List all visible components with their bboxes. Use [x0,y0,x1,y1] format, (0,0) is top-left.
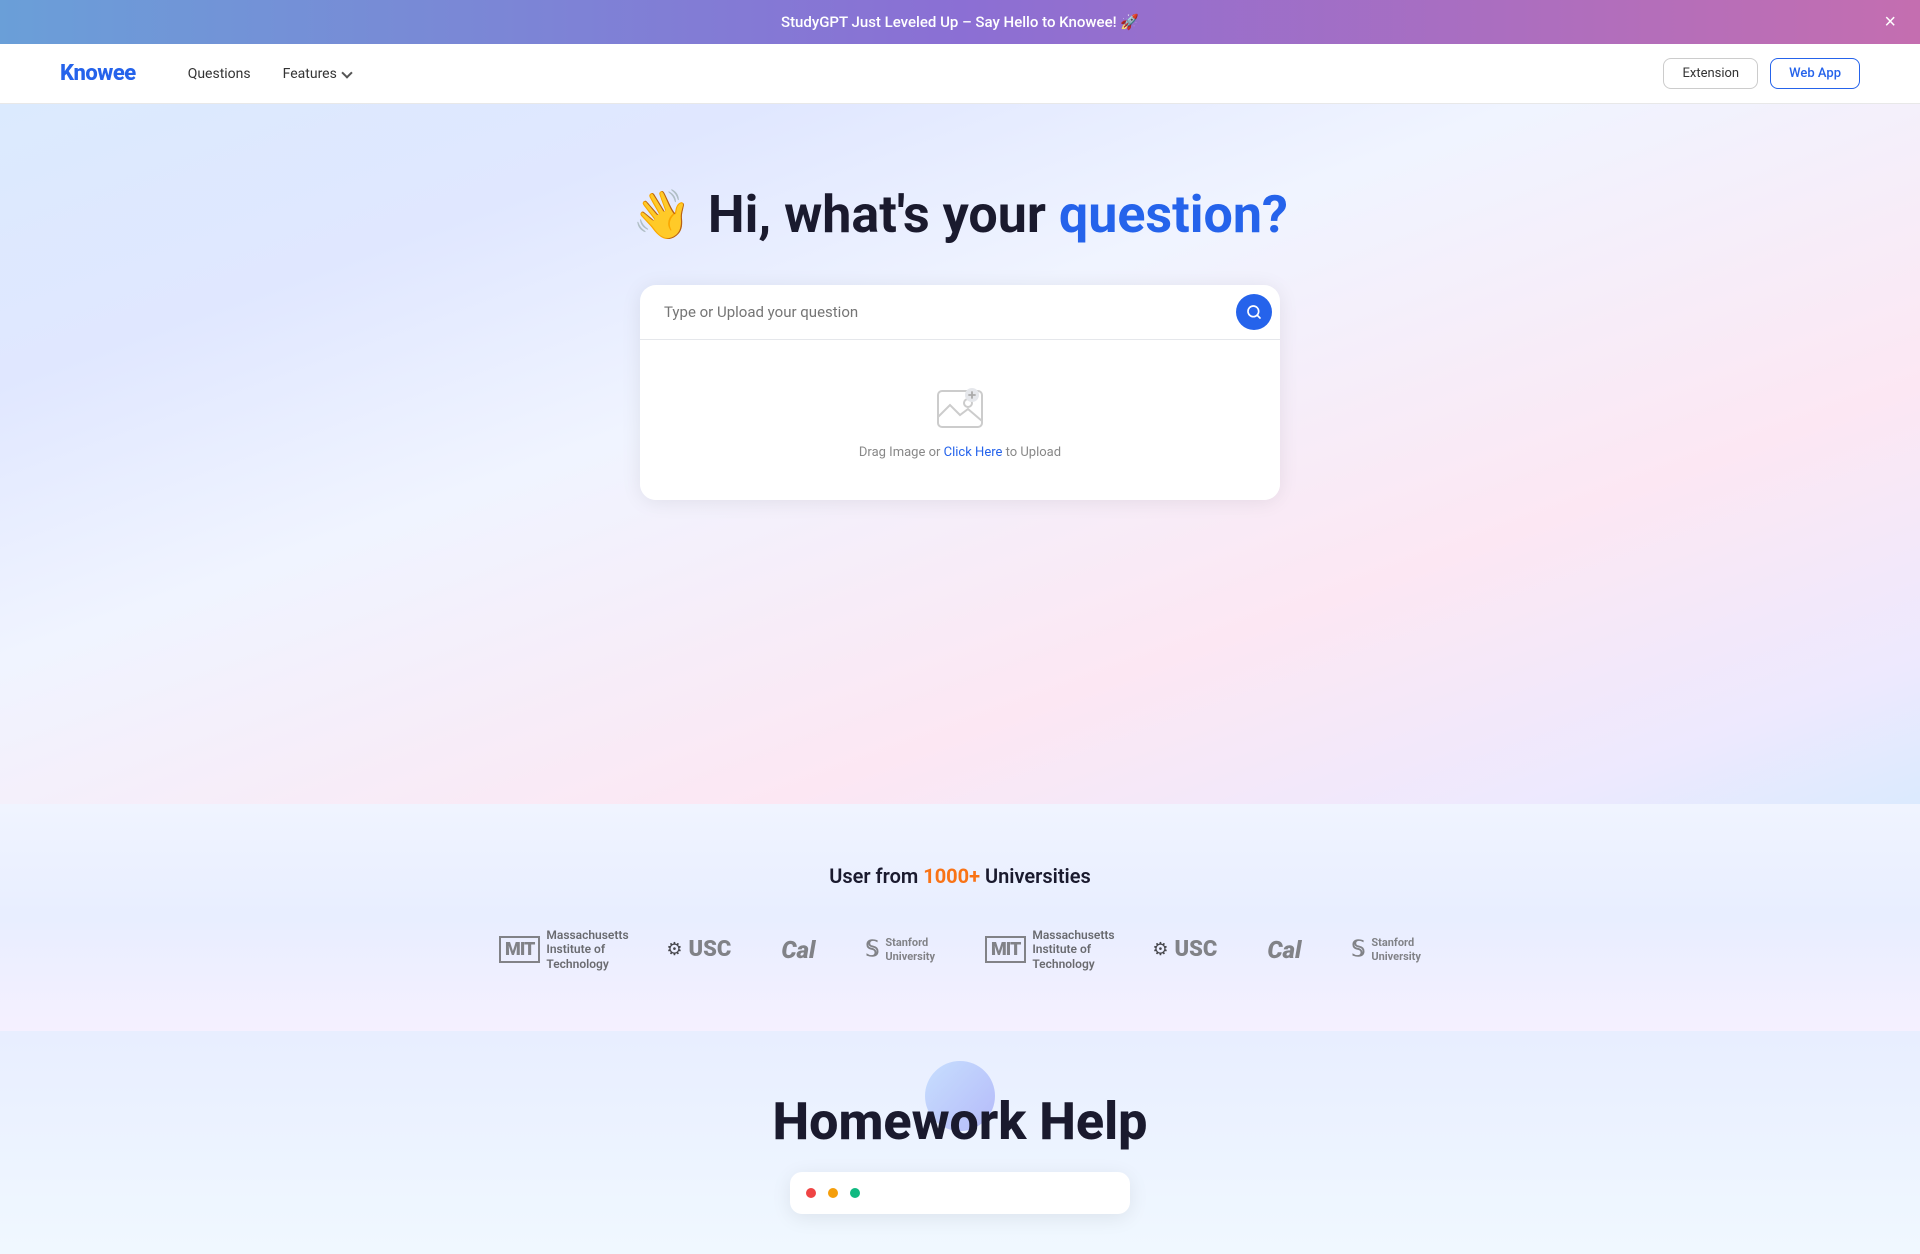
usc-torch-icon: ⚙ [666,939,682,960]
list-item: 𝕊 StanfordUniversity [1351,936,1421,962]
hero-title-highlight: question? [1059,184,1288,245]
cal-logo-text-2: Cal [1267,936,1301,964]
uni-title-prefix: User from [829,864,923,888]
stanford-logo-text-2: StanfordUniversity [1371,936,1421,962]
nav-features[interactable]: Features [271,60,363,88]
uni-count: 1000+ [923,864,980,888]
mit-logo-letters: MIT [499,936,540,963]
announcement-close-button[interactable]: × [1880,8,1900,36]
hero-title-prefix: Hi, what's your [708,184,1046,245]
upload-click-link[interactable]: Click Here [944,445,1003,460]
usc-logo-text-2: USC [1174,937,1217,962]
list-item: 𝕊 StanfordUniversity [865,936,935,962]
upload-text-static: Drag Image or [859,445,944,460]
cal-logo-text: Cal [781,936,815,964]
navbar: Knowee Questions Features Extension Web … [0,44,1920,104]
usc-torch-icon-2: ⚙ [1152,939,1168,960]
announcement-bar: StudyGPT Just Leveled Up – Say Hello to … [0,0,1920,44]
search-input-row [640,285,1280,340]
stanford-logo-text: StanfordUniversity [885,936,935,962]
preview-card [790,1172,1130,1214]
list-item: ⚙ USC [666,937,731,962]
hero-title-text: Hi, what's your question? [708,184,1288,245]
mit-logo-text-2: Massachusetts Institute of Technology [1032,928,1102,971]
universities-title: User from 1000+ Universities [829,864,1091,888]
nav-questions[interactable]: Questions [176,60,263,88]
search-icon [1246,304,1262,320]
wave-icon: 👋 [632,186,692,243]
list-item: MIT Massachusetts Institute of Technolog… [985,928,1102,971]
uni-title-suffix: Universities [980,864,1091,888]
dot-green [850,1188,860,1198]
navbar-actions: Extension Web App [1663,58,1860,89]
chevron-down-icon [341,67,352,78]
extension-button[interactable]: Extension [1663,58,1758,89]
list-item: ⚙ USC [1152,937,1217,962]
upload-image-icon [934,381,986,433]
dot-red [806,1188,816,1198]
stanford-s-icon: 𝕊 [865,937,879,962]
stanford-s-icon-2: 𝕊 [1351,937,1365,962]
upload-text-suffix: to Upload [1002,445,1061,460]
dot-yellow [828,1188,838,1198]
upload-area[interactable]: Drag Image or Click Here to Upload [640,340,1280,500]
search-input[interactable] [656,289,1236,335]
list-item: Cal [781,936,815,964]
list-item: MIT Massachusetts Institute of Technolog… [499,928,616,971]
usc-logo-text: USC [689,937,732,962]
hero-section: 👋 Hi, what's your question? [0,104,1920,804]
homework-section: Homework Help [0,1031,1920,1254]
navbar-links: Questions Features [176,60,1664,88]
webapp-button[interactable]: Web App [1770,58,1860,89]
search-button[interactable] [1236,294,1272,330]
nav-features-label: Features [283,66,337,82]
search-container: Drag Image or Click Here to Upload [640,285,1280,500]
list-item: Cal [1267,936,1301,964]
homework-title: Homework Help [773,1091,1148,1152]
hero-title: 👋 Hi, what's your question? [632,184,1288,245]
mit-logo-letters-2: MIT [985,936,1026,963]
announcement-text: StudyGPT Just Leveled Up – Say Hello to … [781,13,1139,31]
mit-logo-text: Massachusetts Institute of Technology [546,928,616,971]
upload-text: Drag Image or Click Here to Upload [859,445,1061,460]
university-logos: MIT Massachusetts Institute of Technolog… [499,928,1421,971]
universities-section: User from 1000+ Universities MIT Massach… [0,804,1920,1031]
homework-title-container: Homework Help [773,1091,1148,1152]
logo[interactable]: Knowee [60,61,136,86]
